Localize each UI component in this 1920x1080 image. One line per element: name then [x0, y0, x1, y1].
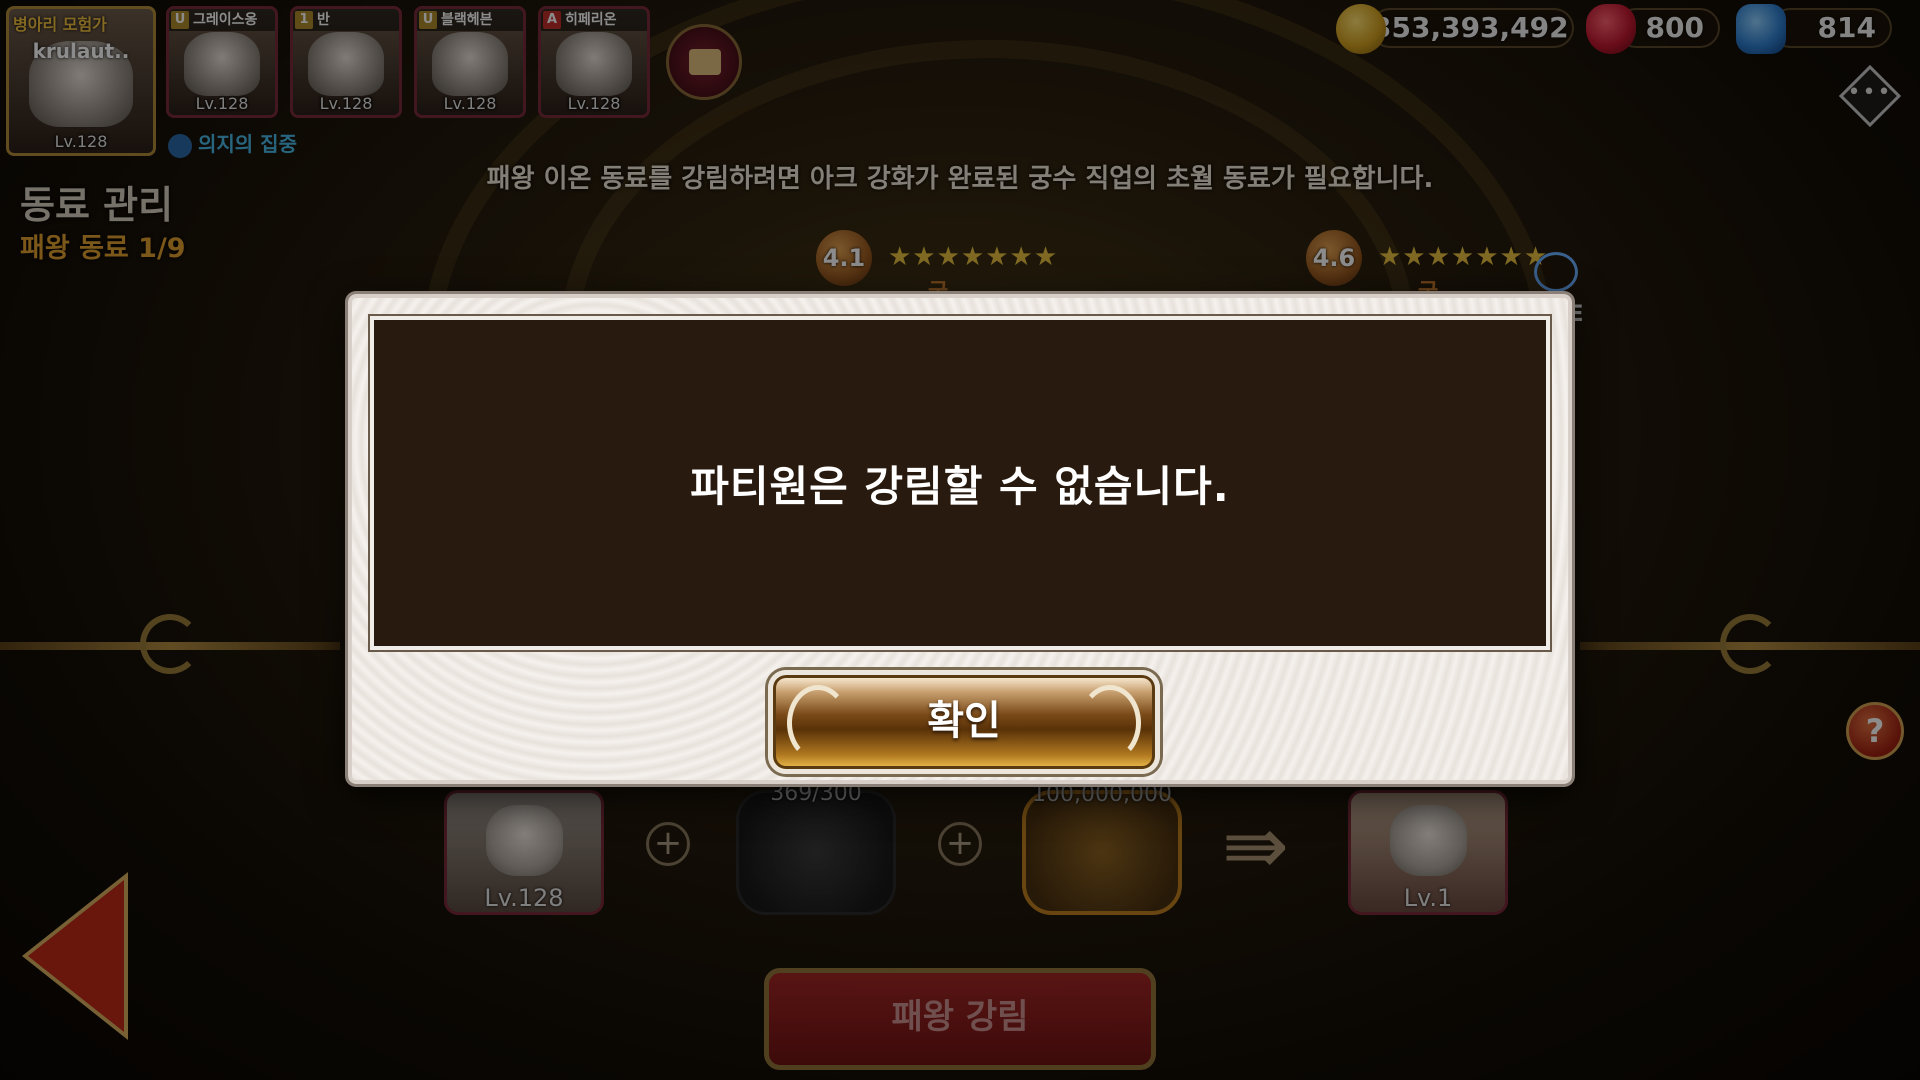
leader-name: krulaut..: [32, 39, 130, 63]
member-portrait: [431, 32, 509, 96]
plus-icon: +: [938, 822, 982, 866]
dialog-message: 파티원은 강림할 수 없습니다.: [690, 461, 1230, 511]
member-name: 그레이스옹: [193, 12, 258, 28]
member-level: Lv.128: [195, 94, 249, 113]
party-book-icon: [689, 49, 721, 75]
result-arrow-icon: ⇛: [1222, 799, 1290, 892]
gold-coin-icon: [1336, 4, 1386, 54]
help-button[interactable]: ?: [1846, 702, 1904, 760]
flourish-icon: [787, 685, 849, 761]
dialog-message-panel: 파티원은 강림할 수 없습니다.: [370, 316, 1550, 650]
member-rank: 1: [295, 11, 313, 29]
material-hero-level: Lv.128: [484, 884, 564, 912]
gold-counter: 353,393,492: [1370, 8, 1574, 48]
ruby-gem-icon: [1586, 4, 1636, 54]
rating-stars: ★★★★★★★: [1378, 242, 1549, 272]
hero-portrait: [485, 804, 563, 877]
page-subtitle: 패왕 동료 1/9: [20, 233, 186, 264]
party-edit-button[interactable]: [666, 24, 742, 100]
member-name: 히페리온: [565, 12, 617, 28]
party-member-slot[interactable]: A 히페리온 Lv.128: [538, 6, 650, 118]
menu-button[interactable]: •••: [1834, 60, 1906, 132]
rating-stars: ★★★★★★★: [888, 242, 1059, 272]
member-level: Lv.128: [443, 94, 497, 113]
member-tag: A 히페리온: [541, 9, 647, 31]
back-button[interactable]: [28, 880, 124, 1032]
requirement-info: 패왕 이온 동료를 강림하려면 아크 강화가 완료된 궁수 직업의 초월 동료가…: [486, 164, 1434, 194]
rating-medal: 4.6: [1306, 230, 1362, 286]
material-hero-slot[interactable]: Lv.128: [444, 790, 604, 915]
party-skill-badge[interactable]: 의지의 집중: [168, 128, 297, 158]
confirm-label: 확인: [927, 698, 1001, 744]
material-gold-slot[interactable]: 100,000,000: [1022, 782, 1182, 915]
ornament-curl: [1720, 614, 1780, 674]
party-member-slot[interactable]: U 그레이스옹 Lv.128: [166, 6, 278, 118]
material-stone-slot[interactable]: 369/300: [736, 781, 896, 915]
enhance-button[interactable]: 패왕 강림: [764, 968, 1156, 1070]
rating-medal: 4.1: [816, 230, 872, 286]
skill-label: 의지의 집중: [198, 132, 297, 156]
member-name: 반: [317, 12, 330, 28]
plus-icon: +: [646, 822, 690, 866]
leader-level: Lv.128: [54, 132, 108, 151]
member-portrait: [307, 32, 385, 96]
member-portrait: [555, 32, 633, 96]
stone-count: 369/300: [770, 781, 862, 806]
right-ornament: [1580, 610, 1920, 680]
member-rank: A: [543, 11, 561, 29]
member-rank: U: [171, 11, 189, 29]
party-member-slot[interactable]: U 블랙헤븐 Lv.128: [414, 6, 526, 118]
member-tag: U 블랙헤븐: [417, 9, 523, 31]
thumbs-up-icon: [1736, 4, 1786, 54]
skill-icon: [168, 133, 192, 158]
gold-cost: 100,000,000: [1032, 782, 1172, 807]
member-rank: U: [419, 11, 437, 29]
hero-portrait: [1389, 804, 1467, 877]
result-hero-slot[interactable]: Lv.1: [1348, 790, 1508, 915]
member-portrait: [183, 32, 261, 96]
member-level: Lv.128: [319, 94, 373, 113]
party-member-slot[interactable]: 1반 Lv.128: [290, 6, 402, 118]
member-level: Lv.128: [567, 94, 621, 113]
member-tag: U 그레이스옹: [169, 9, 275, 31]
alert-dialog: 파티원은 강림할 수 없습니다. 확인: [348, 294, 1572, 784]
party-leader-slot[interactable]: 병아리 모험가 krulaut.. Lv.128: [6, 6, 156, 156]
left-ornament: [0, 610, 340, 680]
confirm-button[interactable]: 확인: [768, 670, 1160, 774]
member-name: 블랙헤븐: [441, 12, 493, 28]
result-hero-level: Lv.1: [1403, 884, 1453, 912]
more-dots-icon: •••: [1847, 80, 1893, 105]
leader-title: 병아리 모험가: [13, 15, 107, 34]
ornament-curl: [140, 614, 200, 674]
ultimate-crown-icon: [1534, 252, 1578, 292]
flourish-icon: [1079, 685, 1141, 761]
member-tag: 1반: [293, 9, 399, 31]
like-counter: 814: [1770, 8, 1892, 48]
